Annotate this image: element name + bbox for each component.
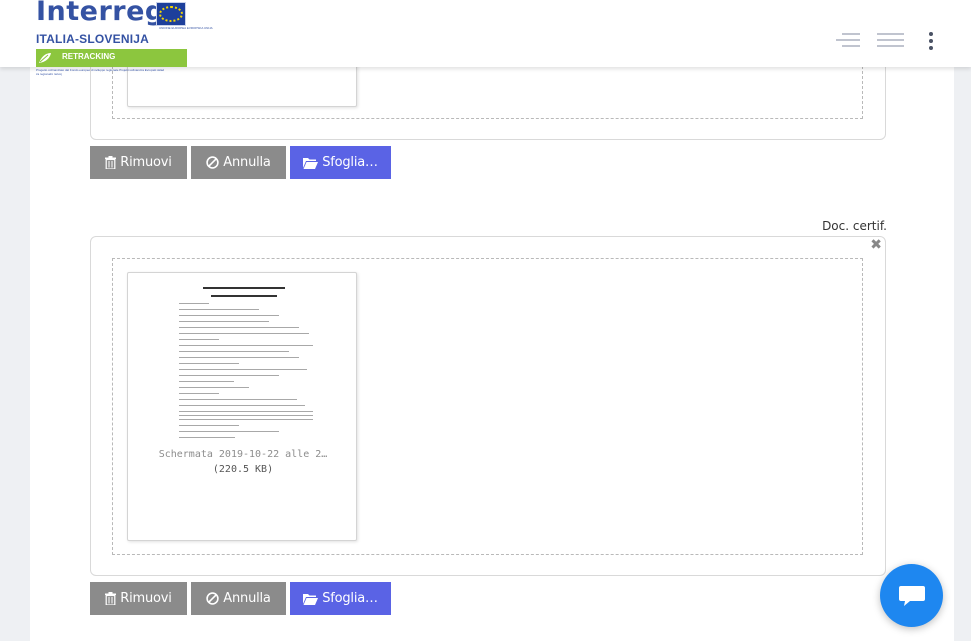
menu-lines-icon[interactable] [836,33,860,47]
cofunding-tagline: Progetto cofinanziato dal Fondo europeo … [36,68,165,76]
file-name: Schermata 2019-10-22 alle 2… [158,449,328,460]
chat-button[interactable] [880,564,943,627]
eu-flag-icon [156,2,186,26]
interreg-logo[interactable]: Interreg [36,0,165,27]
cancel-label: Annulla [223,591,271,606]
file-thumbnail[interactable]: Schermata 2019-10-22 alle 2… (220.5 KB) [127,272,357,541]
eu-label: UNIONE EUROPEA EVROPSKA UNIJA [159,26,213,30]
file-size: (220.5 KB) [212,464,274,475]
ban-icon [206,592,219,605]
cancel-label: Annulla [223,155,271,170]
trash-icon [105,592,117,605]
leaf-icon [39,53,51,63]
program-name: ITALIA-SLOVENIJA [36,32,149,46]
project-banner: RETRACKING [36,49,187,67]
cancel-button[interactable]: Annulla [191,582,286,615]
cancel-button[interactable]: Annulla [191,146,286,179]
folder-open-icon [303,593,319,605]
upload-card: ✖ Schermata 2019-10-22 alle 2… (220.5 KB… [90,236,886,576]
browse-button[interactable]: Sfoglia… [290,582,391,615]
browse-button[interactable]: Sfoglia… [290,146,391,179]
remove-button[interactable]: Rimuovi [90,582,187,615]
menu-icon[interactable] [877,33,904,47]
field-label: Doc. certif. [822,219,887,233]
remove-label: Rimuovi [120,155,172,170]
trash-icon [105,156,117,169]
remove-label: Rimuovi [120,591,172,606]
remove-button[interactable]: Rimuovi [90,146,187,179]
folder-open-icon [303,157,319,169]
document-preview [175,287,313,439]
chat-icon [898,585,925,606]
more-vertical-icon[interactable] [927,32,935,50]
browse-label: Sfoglia… [322,591,378,606]
ban-icon [206,156,219,169]
site-header: Interreg UNIONE EUROPEA EVROPSKA UNIJA I… [0,0,971,67]
close-icon[interactable]: ✖ [870,237,882,253]
dropzone[interactable]: Schermata 2019-10-22 alle 2… (220.5 KB) [112,258,863,555]
browse-label: Sfoglia… [322,155,378,170]
project-name: RETRACKING [62,52,116,61]
